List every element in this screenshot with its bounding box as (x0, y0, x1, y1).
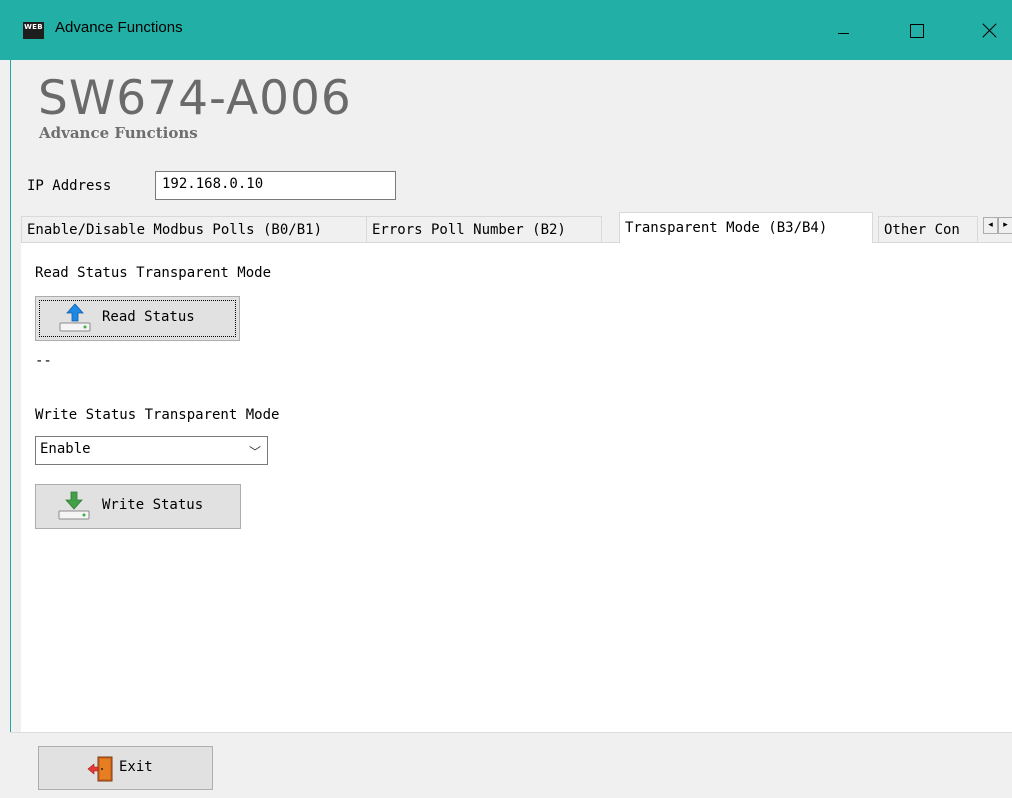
tab-other-con[interactable]: Other Con (878, 216, 978, 242)
transparent-mode-panel: Read Status Transparent Mode Read Status… (21, 242, 1012, 798)
tab-strip: Enable/Disable Modbus Polls (B0/B1) Erro… (21, 212, 1012, 243)
window-body: SW674-A006 Advance Functions IP Address … (10, 60, 1012, 798)
tab-scroll-left-icon[interactable]: ◂ (983, 217, 998, 234)
read-status-button[interactable]: Read Status (35, 296, 240, 341)
title-bar: WEB Advance Functions (0, 0, 1012, 60)
maximize-icon[interactable] (902, 0, 948, 60)
window-title: Advance Functions (55, 19, 183, 36)
tab-transparent-mode[interactable]: Transparent Mode (B3/B4) (619, 212, 873, 243)
read-status-button-label: Read Status (102, 309, 195, 325)
minimize-icon[interactable] (820, 0, 866, 60)
exit-button-label: Exit (119, 759, 153, 775)
app-icon: WEB (23, 22, 44, 39)
exit-button[interactable]: Exit (38, 746, 213, 790)
write-status-label: Write Status Transparent Mode (35, 407, 280, 423)
read-upload-icon (59, 303, 91, 332)
footer-bar: Exit (10, 732, 1012, 798)
write-download-icon (58, 491, 90, 520)
tab-enable-disable-modbus-polls[interactable]: Enable/Disable Modbus Polls (B0/B1) (21, 216, 367, 242)
chevron-down-icon: ﹀ (248, 445, 261, 459)
write-status-select[interactable]: Enable ﹀ (35, 436, 268, 465)
tab-errors-poll-number[interactable]: Errors Poll Number (B2) (366, 216, 602, 242)
write-status-button[interactable]: Write Status (35, 484, 241, 529)
read-status-value: -- (35, 353, 52, 369)
tab-scroll-right-icon[interactable]: ▸ (998, 217, 1012, 234)
app-subtitle: Advance Functions (39, 124, 198, 142)
exit-door-icon (87, 756, 113, 782)
ip-address-input[interactable]: 192.168.0.10 (155, 171, 396, 200)
ip-address-label: IP Address (27, 178, 112, 194)
write-status-select-value: Enable (40, 441, 91, 457)
read-status-label: Read Status Transparent Mode (35, 265, 272, 281)
app-title: SW674-A006 (38, 71, 352, 126)
write-status-button-label: Write Status (102, 497, 204, 513)
close-icon[interactable] (966, 0, 1012, 60)
